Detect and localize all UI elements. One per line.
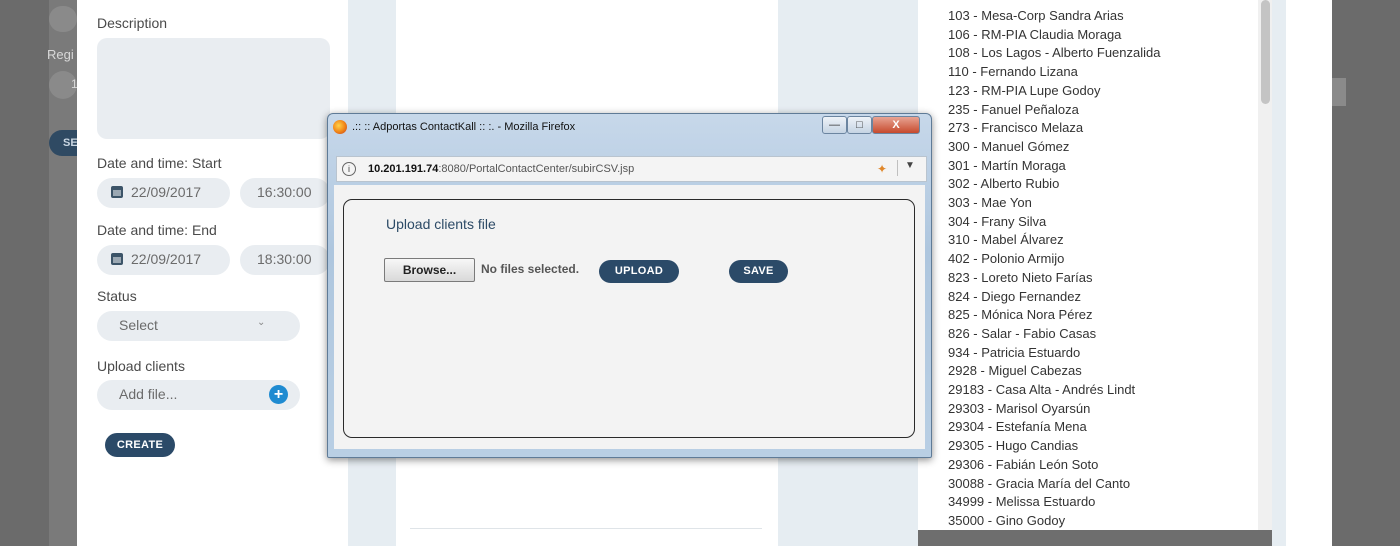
save-button[interactable]: SAVE	[729, 260, 788, 283]
description-textarea[interactable]	[97, 38, 330, 139]
minimize-button[interactable]: —	[822, 116, 847, 134]
status-select[interactable]: Select ⌄	[97, 311, 300, 341]
list-item[interactable]: 35000 - Gino Godoy	[948, 513, 1065, 529]
list-item[interactable]: 310 - Mabel Álvarez	[948, 232, 1064, 248]
list-item[interactable]: 29303 - Marisol Oyarsún	[948, 401, 1090, 417]
no-file-selected-text: No files selected.	[481, 262, 580, 276]
url-path: :8080/PortalContactCenter/subirCSV.jsp	[438, 163, 635, 175]
start-datetime-label: Date and time: Start	[97, 155, 222, 171]
browse-button[interactable]: Browse...	[384, 258, 475, 282]
create-button[interactable]: CREATE	[105, 433, 175, 457]
peek-region-label: Regi	[47, 47, 74, 62]
list-item[interactable]: 826 - Salar - Fabio Casas	[948, 326, 1096, 342]
list-item[interactable]: 34999 - Melissa Estuardo	[948, 494, 1095, 510]
list-item[interactable]: 273 - Francisco Melaza	[948, 120, 1083, 136]
end-datetime-label: Date and time: End	[97, 222, 217, 238]
end-date-field[interactable]: 22/09/2017	[97, 245, 230, 275]
upload-frame	[343, 199, 915, 438]
start-time-value: 16:30:00	[257, 184, 312, 200]
url-separator	[897, 160, 898, 176]
maximize-button[interactable]: □	[847, 116, 872, 134]
add-file-icon[interactable]: +	[269, 385, 288, 404]
upload-heading: Upload clients file	[386, 216, 496, 232]
start-time-field[interactable]: 16:30:00	[240, 178, 330, 208]
right-peek	[1332, 78, 1346, 106]
minimize-icon: —	[829, 119, 840, 131]
list-item[interactable]: 235 - Fanuel Peñaloza	[948, 102, 1079, 118]
list-item[interactable]: 29183 - Casa Alta - Andrés Lindt	[948, 382, 1135, 398]
list-item[interactable]: 30088 - Gracia María del Canto	[948, 476, 1130, 492]
list-item[interactable]: 29306 - Fabián León Soto	[948, 457, 1098, 473]
list-item[interactable]: 824 - Diego Fernandez	[948, 289, 1081, 305]
list-item[interactable]: 108 - Los Lagos - Alberto Fuenzalida	[948, 45, 1160, 61]
list-item[interactable]: 825 - Mónica Nora Pérez	[948, 307, 1093, 323]
upload-clients-label: Upload clients	[97, 358, 185, 374]
list-item[interactable]: 301 - Martín Moraga	[948, 158, 1066, 174]
start-date-value: 22/09/2017	[131, 184, 202, 200]
info-icon[interactable]: i	[342, 162, 356, 176]
peek-field	[49, 6, 77, 32]
middle-divider	[410, 528, 762, 529]
end-time-value: 18:30:00	[257, 251, 312, 267]
status-select-value: Select	[119, 317, 158, 333]
close-button[interactable]: X	[872, 116, 920, 134]
list-item[interactable]: 402 - Polonio Armijo	[948, 251, 1064, 267]
list-item[interactable]: 123 - RM-PIA Lupe Godoy	[948, 83, 1100, 99]
chevron-down-icon: ⌄	[257, 317, 266, 328]
url-host: 10.201.191.74	[368, 163, 439, 175]
calendar-icon	[111, 186, 123, 198]
close-icon: X	[892, 119, 900, 131]
list-item[interactable]: 300 - Manuel Gómez	[948, 139, 1069, 155]
extension-icon[interactable]: ✦	[877, 162, 887, 176]
maximize-icon: □	[856, 119, 863, 131]
list-item[interactable]: 103 - Mesa-Corp Sandra Arias	[948, 8, 1124, 24]
calendar-icon	[111, 253, 123, 265]
status-label: Status	[97, 288, 137, 304]
list-scroll-thumb[interactable]	[1261, 0, 1270, 104]
list-item[interactable]: 823 - Loreto Nieto Farías	[948, 270, 1093, 286]
list-item[interactable]: 303 - Mae Yon	[948, 195, 1032, 211]
upload-file-placeholder: Add file...	[119, 386, 178, 402]
upload-button[interactable]: UPLOAD	[599, 260, 679, 283]
list-item[interactable]: 934 - Patricia Estuardo	[948, 345, 1080, 361]
list-item[interactable]: 302 - Alberto Rubio	[948, 176, 1059, 192]
firefox-logo-icon	[333, 120, 347, 134]
url-text[interactable]: 10.201.191.74:8080/PortalContactCenter/s…	[368, 163, 634, 175]
start-date-field[interactable]: 22/09/2017	[97, 178, 230, 208]
dropdown-arrow-icon[interactable]: ▼	[905, 160, 915, 171]
end-date-value: 22/09/2017	[131, 251, 202, 267]
end-time-field[interactable]: 18:30:00	[240, 245, 330, 275]
list-item[interactable]: 29304 - Estefanía Mena	[948, 419, 1087, 435]
peek-search-button: SE	[49, 130, 78, 156]
right-panel	[1286, 0, 1332, 546]
list-item[interactable]: 304 - Frany Silva	[948, 214, 1046, 230]
list-item[interactable]: 110 - Fernando Lizana	[948, 64, 1078, 80]
list-item[interactable]: 106 - RM-PIA Claudia Moraga	[948, 27, 1121, 43]
window-title: .:: :: Adportas ContactKall :: :. - Mozi…	[352, 121, 576, 133]
description-label: Description	[97, 15, 168, 31]
panel-gutter	[1272, 0, 1286, 546]
list-item[interactable]: 2928 - Miguel Cabezas	[948, 363, 1082, 379]
list-item[interactable]: 29305 - Hugo Candias	[948, 438, 1078, 454]
